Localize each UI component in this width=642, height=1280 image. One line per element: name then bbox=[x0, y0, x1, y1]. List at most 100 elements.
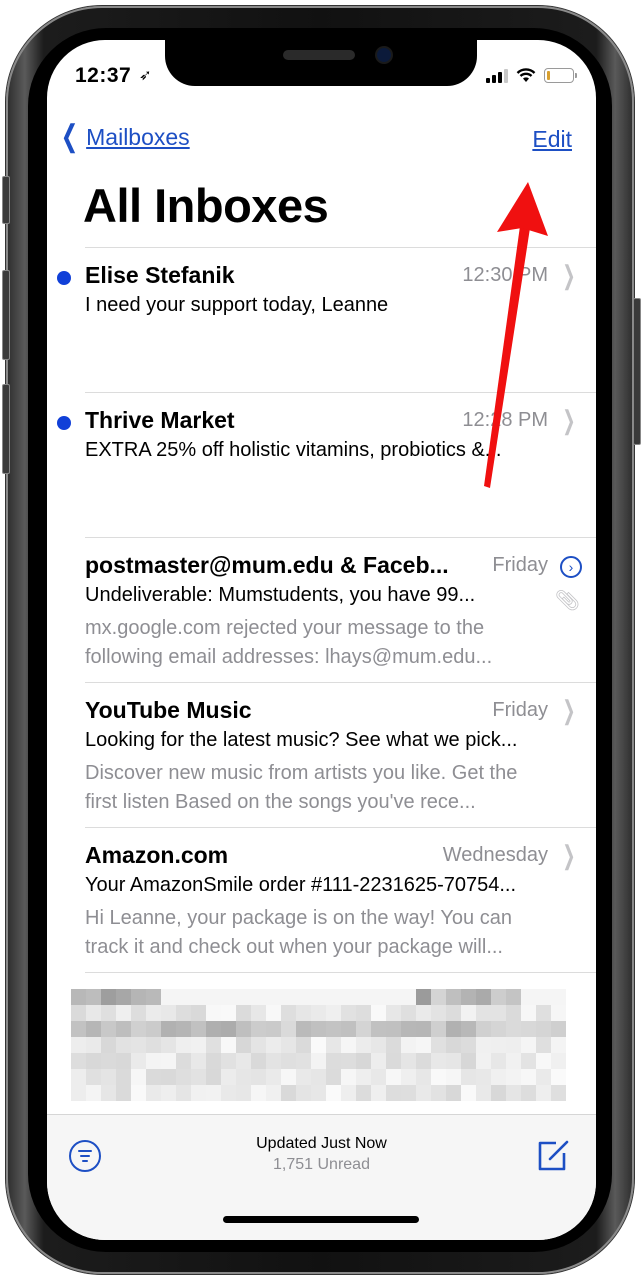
mosaic-cell bbox=[236, 1037, 251, 1053]
thread-chevron-circle-icon[interactable]: › bbox=[560, 556, 582, 578]
mosaic-cell bbox=[356, 1053, 371, 1069]
mosaic-cell bbox=[476, 1053, 491, 1069]
mosaic-cell bbox=[176, 1085, 191, 1101]
mosaic-cell bbox=[146, 1085, 161, 1101]
mosaic-cell bbox=[491, 1085, 506, 1101]
mosaic-cell bbox=[521, 1005, 536, 1021]
mosaic-cell bbox=[521, 1069, 536, 1085]
edit-button[interactable]: Edit bbox=[532, 126, 572, 153]
mosaic-cell bbox=[281, 1069, 296, 1085]
mosaic-cell bbox=[206, 1085, 221, 1101]
mosaic-cell bbox=[386, 1037, 401, 1053]
mosaic-cell bbox=[86, 1069, 101, 1085]
pixelated-email-row[interactable] bbox=[71, 972, 596, 1118]
mosaic-cell bbox=[296, 1085, 311, 1101]
front-camera bbox=[377, 48, 391, 62]
mosaic-cell bbox=[116, 1005, 131, 1021]
mosaic-cell bbox=[71, 1069, 86, 1085]
mosaic-cell bbox=[191, 1069, 206, 1085]
mosaic-cell bbox=[206, 1069, 221, 1085]
mosaic-cell bbox=[431, 1069, 446, 1085]
volume-down-button bbox=[2, 384, 10, 474]
battery-low-icon bbox=[544, 68, 577, 83]
mosaic-cell bbox=[401, 1069, 416, 1085]
email-row[interactable]: Elise Stefanik 12:30 PM ❯ I need your su… bbox=[57, 247, 596, 392]
email-date: Wednesday bbox=[442, 844, 548, 866]
mosaic-cell bbox=[281, 1005, 296, 1021]
mosaic-cell bbox=[401, 1005, 416, 1021]
mosaic-cell bbox=[206, 1037, 221, 1053]
mosaic-cell bbox=[536, 989, 551, 1005]
mosaic-cell bbox=[206, 989, 221, 1005]
mosaic-cell bbox=[491, 989, 506, 1005]
mosaic-cell bbox=[341, 1021, 356, 1037]
mosaic-cell bbox=[281, 1037, 296, 1053]
mosaic-cell bbox=[221, 989, 236, 1005]
mosaic-cell bbox=[251, 989, 266, 1005]
mosaic-cell bbox=[521, 1021, 536, 1037]
mosaic-cell bbox=[221, 1053, 236, 1069]
mosaic-cell bbox=[536, 1085, 551, 1101]
mosaic-cell bbox=[221, 1005, 236, 1021]
email-row[interactable]: YouTube Music Friday ❯ Looking for the l… bbox=[85, 682, 596, 827]
mosaic-cell bbox=[446, 1005, 461, 1021]
page-title: All Inboxes bbox=[83, 179, 329, 232]
email-subject: I need your support today, Leanne bbox=[85, 294, 389, 316]
mosaic-cell bbox=[236, 1085, 251, 1101]
mosaic-cell bbox=[431, 1005, 446, 1021]
email-preview: Hi Leanne, your package is on the way! Y… bbox=[85, 907, 512, 958]
mosaic-cell bbox=[521, 1037, 536, 1053]
mosaic-cell bbox=[251, 1085, 266, 1101]
mosaic-cell bbox=[266, 1069, 281, 1085]
mosaic-cell bbox=[476, 1037, 491, 1053]
mosaic-cell bbox=[296, 1005, 311, 1021]
back-button[interactable]: ❮ Mailboxes bbox=[57, 122, 190, 152]
mosaic-cell bbox=[236, 1069, 251, 1085]
mosaic-cell bbox=[266, 1037, 281, 1053]
email-preview: mx.google.com rejected your message to t… bbox=[85, 617, 493, 668]
mosaic-cell bbox=[161, 1053, 176, 1069]
compose-icon[interactable] bbox=[536, 1139, 570, 1173]
mosaic-cell bbox=[281, 1053, 296, 1069]
mosaic-cell bbox=[131, 1005, 146, 1021]
screen: 12:37 ➶ ❮ Mailboxes Edit All Inboxes Eli… bbox=[47, 40, 596, 1240]
mosaic-cell bbox=[251, 1005, 266, 1021]
mosaic-cell bbox=[506, 1021, 521, 1037]
mosaic-cell bbox=[146, 1037, 161, 1053]
email-row[interactable]: Thrive Market 12:28 PM ❯ EXTRA 25% off h… bbox=[57, 392, 596, 537]
mosaic-cell bbox=[86, 1021, 101, 1037]
mosaic-cell bbox=[476, 1005, 491, 1021]
home-indicator[interactable] bbox=[223, 1216, 419, 1223]
mosaic-cell bbox=[296, 1069, 311, 1085]
mosaic-cell bbox=[251, 1021, 266, 1037]
mosaic-cell bbox=[101, 989, 116, 1005]
email-row[interactable]: postmaster@mum.edu & Faceb... Friday › 📎… bbox=[85, 537, 596, 682]
mosaic-cell bbox=[86, 1053, 101, 1069]
email-date: 12:30 PM bbox=[462, 264, 548, 286]
mosaic-cell bbox=[491, 1021, 506, 1037]
mosaic-cell bbox=[266, 1085, 281, 1101]
mosaic-cell bbox=[176, 1021, 191, 1037]
mosaic-cell bbox=[296, 1053, 311, 1069]
mosaic-cell bbox=[191, 1037, 206, 1053]
mosaic-cell bbox=[476, 989, 491, 1005]
mosaic-cell bbox=[551, 1053, 566, 1069]
email-sender: Elise Stefanik bbox=[85, 262, 235, 288]
mosaic-cell bbox=[116, 1069, 131, 1085]
mosaic-cell bbox=[266, 1053, 281, 1069]
mosaic-cell bbox=[71, 1037, 86, 1053]
mosaic-cell bbox=[446, 1069, 461, 1085]
mosaic-cell bbox=[386, 1085, 401, 1101]
mosaic-cell bbox=[101, 1021, 116, 1037]
mosaic-cell bbox=[326, 1021, 341, 1037]
email-subject: Undeliverable: Mumstudents, you have 99.… bbox=[85, 584, 476, 606]
mosaic-cell bbox=[371, 1037, 386, 1053]
mosaic-cell bbox=[101, 1069, 116, 1085]
email-row[interactable]: Amazon.com Wednesday ❯ Your AmazonSmile … bbox=[85, 827, 596, 972]
update-status: Updated Just Now bbox=[256, 1135, 387, 1152]
mosaic-cell bbox=[131, 1053, 146, 1069]
mosaic-cell bbox=[341, 989, 356, 1005]
mosaic-cell bbox=[551, 1021, 566, 1037]
mosaic-cell bbox=[116, 1021, 131, 1037]
mosaic-cell bbox=[401, 1037, 416, 1053]
